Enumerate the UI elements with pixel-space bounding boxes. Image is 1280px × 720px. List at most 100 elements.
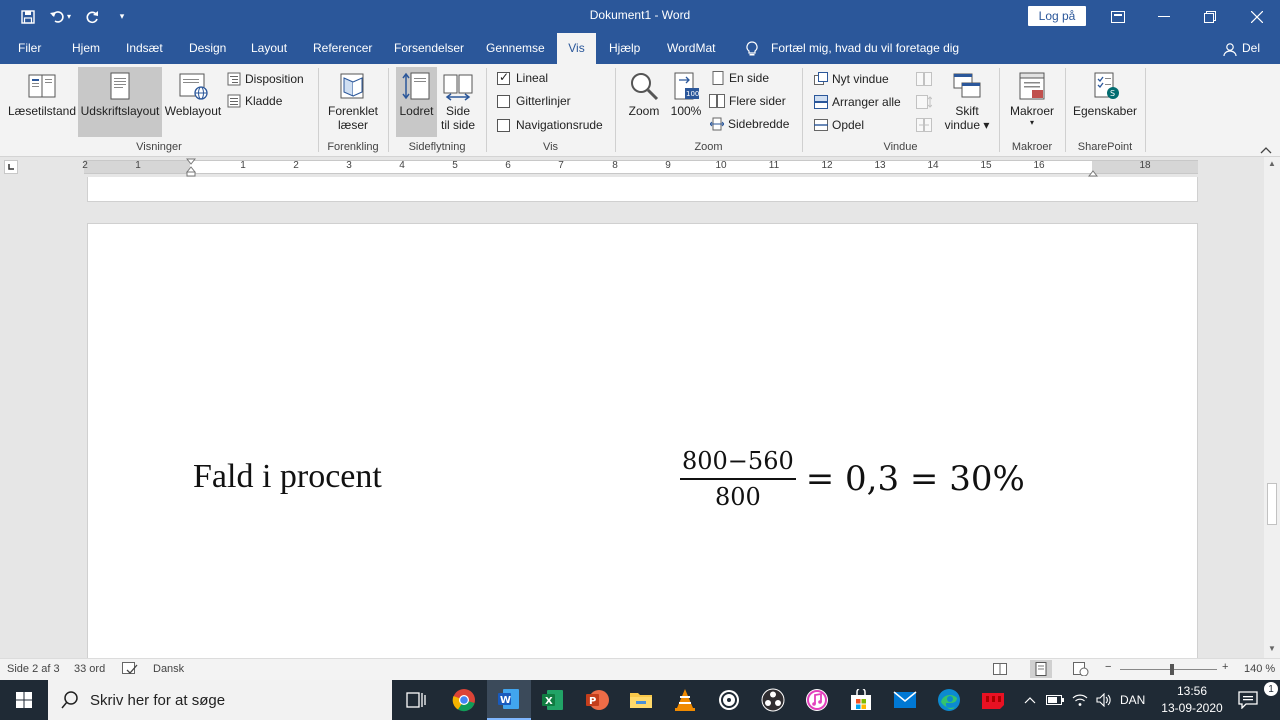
- task-view-icon[interactable]: [394, 680, 438, 720]
- edge-icon[interactable]: [927, 680, 971, 720]
- tab-selector[interactable]: [4, 160, 18, 174]
- tab-hjaelp[interactable]: Hjælp: [607, 33, 642, 64]
- navigation-pane-checkbox[interactable]: Navigationsrude: [497, 115, 603, 135]
- print-layout-view-icon[interactable]: [1030, 660, 1052, 678]
- tab-gennemse[interactable]: Gennemse: [484, 33, 547, 64]
- synchronous-scrolling-icon[interactable]: [916, 92, 932, 112]
- share-user-icon[interactable]: [1221, 33, 1239, 64]
- minimize-icon[interactable]: [1141, 0, 1187, 33]
- ruler-checkbox[interactable]: Lineal: [497, 68, 548, 88]
- tab-filer[interactable]: Filer: [16, 33, 43, 64]
- zoom-level[interactable]: 140 %: [1244, 663, 1275, 675]
- web-layout-view-icon[interactable]: [1073, 662, 1089, 679]
- scroll-up-icon[interactable]: ▲: [1264, 157, 1280, 171]
- word-count[interactable]: 33 ord: [74, 663, 105, 675]
- tab-indsaet[interactable]: Indsæt: [124, 33, 165, 64]
- properties-button[interactable]: S Egenskaber: [1070, 67, 1140, 137]
- properties-label: Egenskaber: [1072, 104, 1138, 118]
- arrange-all-icon: [814, 95, 828, 109]
- tab-layout[interactable]: Layout: [249, 33, 289, 64]
- macros-button[interactable]: Makroer ▾: [1007, 67, 1057, 137]
- current-page[interactable]: Fald i procent 800−560 800 = 0,3 = 30%: [87, 223, 1198, 658]
- arrange-all-button[interactable]: Arranger alle: [814, 92, 901, 112]
- customize-quick-access-icon[interactable]: ▾: [108, 0, 136, 33]
- file-explorer-icon[interactable]: [619, 680, 663, 720]
- previous-page[interactable]: [87, 177, 1198, 202]
- ruler-number: 8: [612, 160, 618, 171]
- volume-icon[interactable]: [1096, 680, 1112, 720]
- microsoft-store-icon[interactable]: [839, 680, 883, 720]
- outline-button[interactable]: Disposition: [227, 69, 304, 89]
- proofing-icon[interactable]: [122, 662, 138, 679]
- zoom-slider-thumb[interactable]: [1170, 664, 1174, 675]
- scroll-down-icon[interactable]: ▼: [1264, 642, 1280, 656]
- obs-studio-icon[interactable]: [751, 680, 795, 720]
- tab-design[interactable]: Design: [187, 33, 228, 64]
- tab-referencer[interactable]: Referencer: [311, 33, 374, 64]
- svg-text:W: W: [500, 695, 511, 706]
- word-taskbar-icon[interactable]: W: [487, 680, 531, 720]
- red-app-icon[interactable]: [971, 680, 1015, 720]
- equation[interactable]: 800−560 800 = 0,3 = 30%: [680, 446, 1025, 512]
- reset-window-position-icon[interactable]: [916, 115, 932, 135]
- tab-vis[interactable]: Vis: [557, 33, 596, 64]
- document-area[interactable]: Fald i procent 800−560 800 = 0,3 = 30%: [0, 177, 1264, 658]
- powerpoint-icon[interactable]: P: [575, 680, 619, 720]
- windows-start-icon[interactable]: [0, 680, 48, 720]
- wifi-icon[interactable]: [1072, 680, 1088, 720]
- language-indicator[interactable]: Dansk: [153, 663, 184, 675]
- taskbar-search-box[interactable]: Skriv her for at søge: [48, 680, 392, 720]
- excel-icon[interactable]: X: [531, 680, 575, 720]
- page-count[interactable]: Side 2 af 3: [7, 663, 60, 675]
- battery-icon[interactable]: [1046, 680, 1064, 720]
- one-page-button[interactable]: En side: [711, 68, 769, 88]
- close-icon[interactable]: [1234, 0, 1280, 33]
- itunes-icon[interactable]: [795, 680, 839, 720]
- zoom-in-button[interactable]: +: [1222, 661, 1228, 673]
- view-side-by-side-icon[interactable]: [916, 69, 932, 89]
- tab-forsendelser[interactable]: Forsendelser: [392, 33, 466, 64]
- login-button[interactable]: Log på: [1028, 6, 1086, 26]
- chrome-icon[interactable]: [442, 680, 486, 720]
- redo-icon[interactable]: [78, 0, 106, 33]
- tray-chevron-icon[interactable]: [1024, 680, 1036, 720]
- scrollbar-thumb[interactable]: [1267, 483, 1277, 525]
- read-mode-button[interactable]: Læsetilstand: [6, 67, 78, 137]
- vertical-scrollbar[interactable]: ▲ ▼: [1264, 157, 1280, 658]
- print-layout-button[interactable]: Udskriftslayout: [78, 67, 162, 137]
- notifications-icon[interactable]: [1238, 680, 1258, 720]
- document-text[interactable]: Fald i procent: [193, 458, 382, 496]
- ribbon-display-options-icon[interactable]: [1095, 0, 1141, 33]
- draft-button[interactable]: Kladde: [227, 91, 282, 111]
- zoom-out-button[interactable]: −: [1105, 661, 1111, 673]
- save-icon[interactable]: [14, 0, 42, 33]
- zoom-100-button[interactable]: 100 100%: [667, 67, 705, 137]
- tab-wordmat[interactable]: WordMat: [665, 33, 717, 64]
- web-layout-button[interactable]: Weblayout: [162, 67, 224, 137]
- share-button[interactable]: Del: [1240, 33, 1262, 64]
- undo-dropdown-icon[interactable]: ▾: [62, 0, 76, 33]
- tab-hjem[interactable]: Hjem: [70, 33, 102, 64]
- side-to-side-button[interactable]: Side til side: [438, 67, 478, 137]
- zoom-slider-track[interactable]: [1120, 669, 1217, 670]
- split-button[interactable]: Opdel: [814, 115, 864, 135]
- tell-me-search[interactable]: Fortæl mig, hvad du vil foretage dig: [769, 33, 961, 64]
- zoom-button[interactable]: Zoom: [624, 67, 664, 137]
- taskbar-clock[interactable]: 13:56 13-09-2020: [1152, 683, 1232, 717]
- immersive-reader-button[interactable]: Forenklet læser: [324, 67, 382, 137]
- switch-window-button[interactable]: Skift vindue ▾: [942, 67, 992, 137]
- input-language[interactable]: DAN: [1120, 680, 1145, 720]
- mail-icon[interactable]: [883, 680, 927, 720]
- gridlines-checkbox[interactable]: Gitterlinjer: [497, 91, 571, 111]
- ribbon-tabs: Filer Hjem Indsæt Design Layout Referenc…: [0, 33, 1280, 64]
- restore-icon[interactable]: [1187, 0, 1233, 33]
- multiple-pages-button[interactable]: Flere sider: [709, 91, 786, 111]
- ruler-number: 12: [821, 160, 833, 171]
- lightbulb-icon[interactable]: [744, 33, 760, 64]
- paint-3d-icon[interactable]: [707, 680, 751, 720]
- new-window-button[interactable]: Nyt vindue: [814, 69, 889, 89]
- vlc-icon[interactable]: [663, 680, 707, 720]
- read-mode-view-icon[interactable]: [993, 662, 1007, 679]
- page-width-button[interactable]: Sidebredde: [709, 114, 789, 134]
- vertical-scroll-button[interactable]: Lodret: [396, 67, 437, 137]
